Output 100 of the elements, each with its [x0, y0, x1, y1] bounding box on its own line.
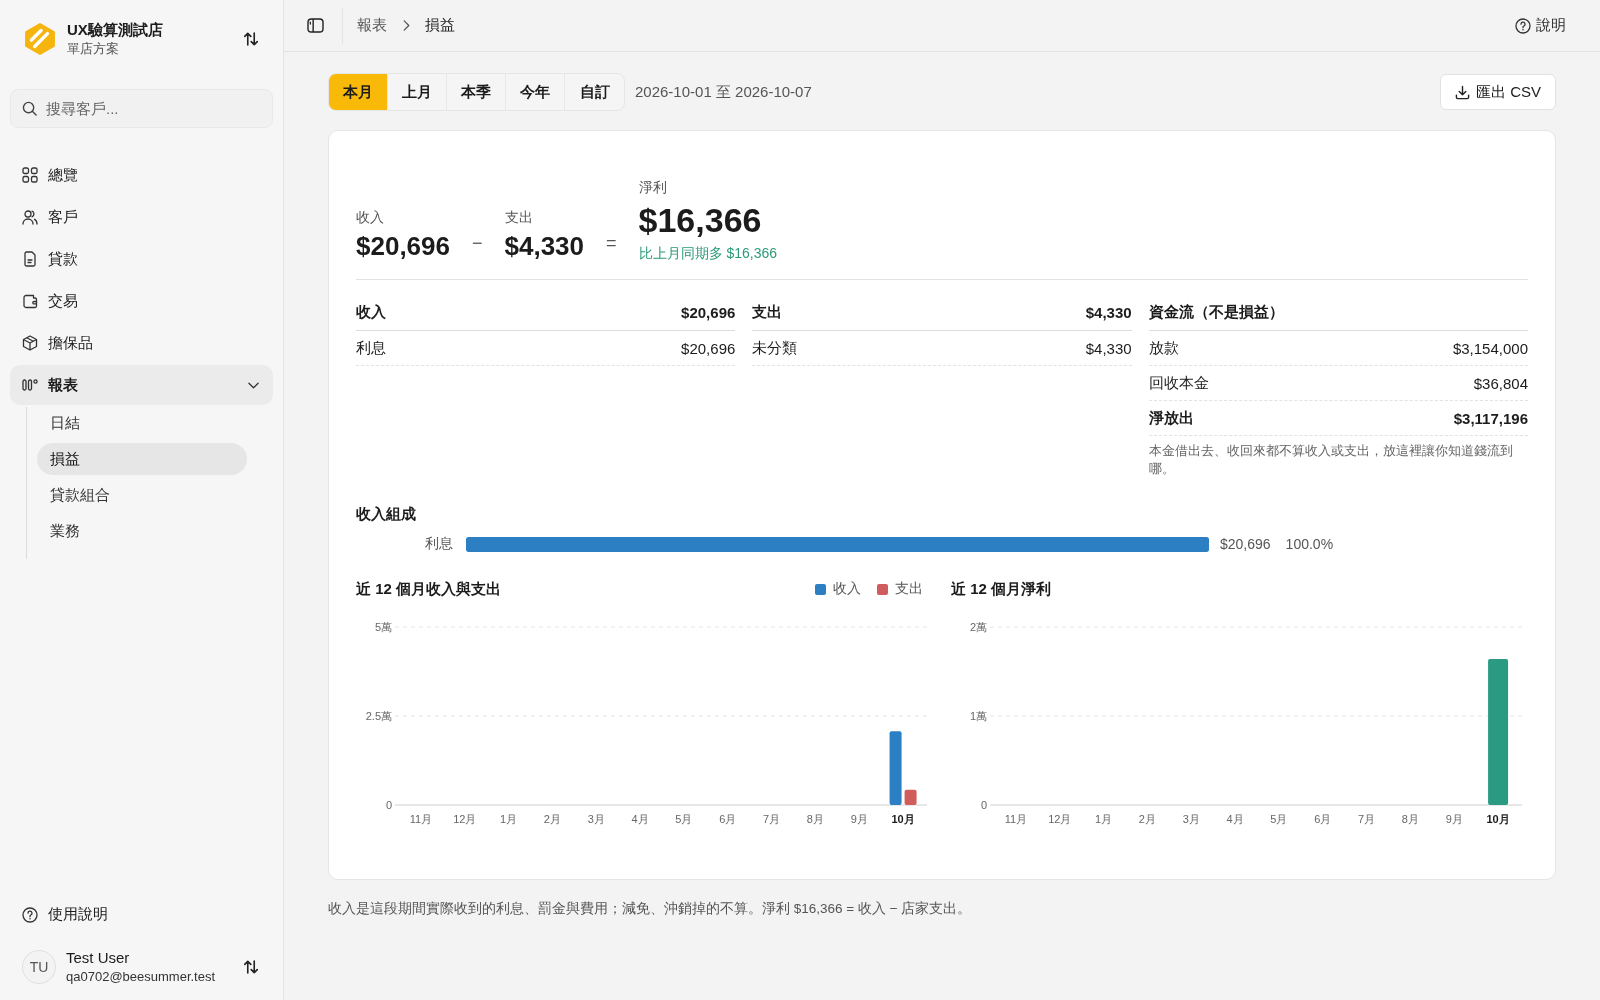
- minus-sign: −: [472, 232, 483, 255]
- axis-label: 8月: [1401, 813, 1419, 825]
- up-down-arrows-icon[interactable]: [244, 32, 258, 46]
- bar-amount: $20,696: [1220, 536, 1271, 552]
- bar-chart-icon: [22, 377, 38, 393]
- grid-icon: [22, 167, 38, 183]
- table-total: $4,330: [1085, 304, 1132, 321]
- help-link[interactable]: 使用說明: [22, 901, 108, 928]
- net-profit-value: $16,366: [638, 200, 763, 241]
- axis-label: 11月: [409, 813, 433, 825]
- axis-label: 9月: [1445, 813, 1463, 825]
- axis-label: 10月: [891, 813, 915, 825]
- chevron-right-icon: [403, 20, 410, 31]
- period-tab[interactable]: 上月: [388, 74, 447, 110]
- download-icon: [1455, 84, 1470, 100]
- axis-label: 1月: [500, 813, 518, 825]
- axis-label: 2萬: [969, 621, 987, 633]
- store-name: UX驗算測試店: [67, 20, 163, 40]
- axis-label: 1月: [1095, 813, 1113, 825]
- metric-label: 收入: [356, 208, 385, 227]
- axis-label: 8月: [806, 813, 824, 825]
- hexagon-logo-icon: [24, 23, 56, 55]
- row-label: 放款: [1148, 338, 1179, 358]
- bar-share: 100.0%: [1285, 536, 1334, 552]
- period-tab[interactable]: 今年: [506, 74, 565, 110]
- axis-label: 4月: [1226, 813, 1244, 825]
- sub-nav-item[interactable]: 業務: [37, 515, 247, 547]
- axis-label: 4月: [631, 813, 649, 825]
- metric-value: $20,696: [356, 230, 450, 263]
- axis-label: 6月: [719, 813, 737, 825]
- table-total: $20,696: [681, 304, 736, 321]
- help-icon: [22, 906, 38, 923]
- axis-label: 11月: [1004, 813, 1028, 825]
- user-avatar: TU: [22, 950, 56, 984]
- export-csv-button[interactable]: 匯出 CSV: [1440, 74, 1556, 110]
- axis-label: 7月: [763, 813, 781, 825]
- sub-nav-item[interactable]: 日結: [37, 407, 247, 439]
- search-field[interactable]: 搜尋客戶...: [10, 89, 273, 128]
- table-title: 支出: [752, 303, 783, 322]
- breadcrumb-item[interactable]: 報表: [357, 16, 387, 35]
- sub-nav-item[interactable]: 損益: [37, 443, 247, 475]
- comparison-text: 比上月同期多 $16,366: [638, 244, 778, 263]
- axis-label: 0: [980, 799, 987, 811]
- help-icon: [1515, 17, 1531, 34]
- equals-sign: =: [606, 232, 617, 255]
- row-value: $20,696: [681, 339, 736, 357]
- sidebar-toggle-icon[interactable]: [306, 18, 324, 33]
- breadcrumb-item: 損益: [425, 16, 455, 35]
- row-label: 淨放出: [1148, 408, 1194, 428]
- row-label: 未分類: [752, 338, 798, 358]
- axis-label: 5萬: [374, 621, 392, 633]
- row-label: 回收本金: [1148, 373, 1209, 393]
- nav-item[interactable]: 擔保品: [10, 323, 273, 363]
- document-icon: [22, 251, 38, 267]
- store-plan: 單店方案: [67, 40, 120, 58]
- metric-label: 淨利: [638, 178, 668, 197]
- table-title: 資金流（不是損益）: [1148, 303, 1284, 322]
- box-icon: [22, 335, 38, 351]
- row-value: $4,330: [1085, 339, 1132, 357]
- axis-label: 2月: [543, 813, 561, 825]
- table-title: 收入: [356, 303, 386, 322]
- nav-item[interactable]: 總覽: [10, 155, 273, 195]
- nav-item[interactable]: 交易: [10, 281, 273, 321]
- row-value: $36,804: [1473, 374, 1528, 392]
- period-tab[interactable]: 自訂: [565, 74, 624, 110]
- chart-title: 近 12 個月收入與支出: [356, 579, 502, 599]
- section-title: 收入組成: [356, 504, 417, 524]
- axis-label: 0: [385, 799, 392, 811]
- period-tab[interactable]: 本季: [447, 74, 506, 110]
- axis-label: 10月: [1486, 813, 1510, 825]
- nav-item[interactable]: 貸款: [10, 239, 273, 279]
- nav-item[interactable]: 客戶: [10, 197, 273, 237]
- axis-label: 12月: [453, 813, 477, 825]
- search-icon: [22, 101, 37, 116]
- user-name: Test User: [66, 948, 131, 968]
- axis-label: 5月: [675, 813, 693, 825]
- row-value: $3,117,196: [1453, 409, 1528, 427]
- legend-label: 支出: [895, 580, 923, 598]
- axis-label: 5月: [1270, 813, 1288, 825]
- axis-label: 3月: [587, 813, 605, 825]
- cash-flow-note: 本金借出去、收回來都不算收入或支出，放這裡讓你知道錢流到哪。: [1148, 442, 1514, 478]
- legend-label: 收入: [833, 580, 861, 598]
- wallet-icon: [22, 293, 38, 309]
- nav-item[interactable]: 報表: [10, 365, 273, 405]
- axis-label: 9月: [850, 813, 868, 825]
- period-tab[interactable]: 本月: [329, 74, 388, 110]
- axis-label: 3月: [1182, 813, 1200, 825]
- metric-value: $4,330: [504, 230, 585, 263]
- axis-label: 6月: [1314, 813, 1332, 825]
- users-icon: [22, 209, 38, 225]
- row-label: 利息: [356, 338, 386, 358]
- up-down-arrows-icon[interactable]: [244, 960, 258, 974]
- date-range: 2026-10-01 至 2026-10-07: [635, 82, 812, 102]
- chart-title: 近 12 個月淨利: [951, 579, 1052, 599]
- axis-label: 12月: [1048, 813, 1072, 825]
- help-link[interactable]: 說明: [1515, 16, 1566, 35]
- axis-label: 1萬: [969, 710, 987, 722]
- row-value: $3,154,000: [1452, 339, 1528, 357]
- bar-label: 利息: [424, 535, 453, 553]
- sub-nav-item[interactable]: 貸款組合: [37, 479, 247, 511]
